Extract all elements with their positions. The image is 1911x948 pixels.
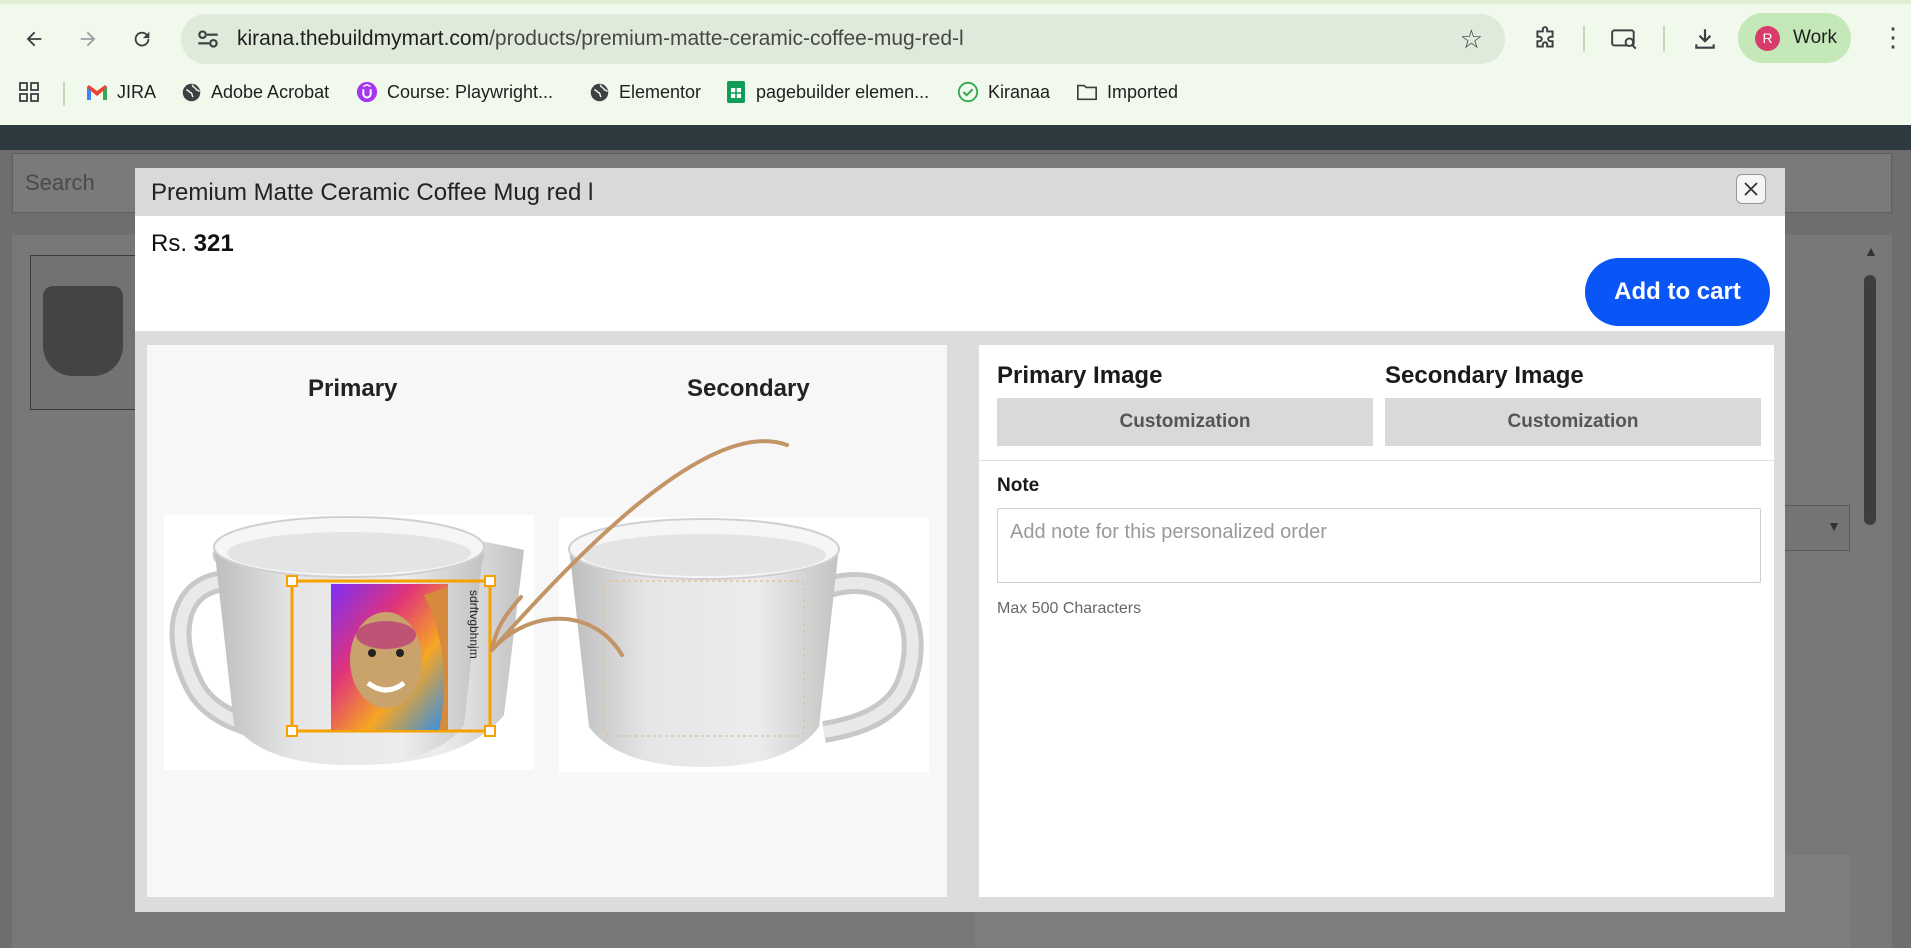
price-prefix: Rs. (151, 230, 187, 257)
bookmark-imported[interactable]: Imported (1076, 81, 1178, 103)
check-icon (957, 81, 979, 103)
site-search-placeholder: Search (25, 170, 95, 195)
apps-button[interactable] (18, 81, 40, 103)
modal-header: Premium Matte Ceramic Coffee Mug red l (135, 168, 1785, 216)
forward-arrow-icon (80, 31, 96, 47)
site-header (0, 125, 1911, 150)
url-path: /products/premium-matte-ceramic-coffee-m… (489, 27, 964, 50)
modal-title: Premium Matte Ceramic Coffee Mug red l (151, 179, 594, 206)
bookmark-label: Course: Playwright... (387, 81, 554, 102)
variant-select: ▼ (1780, 505, 1850, 551)
reload-icon (134, 31, 150, 47)
udemy-icon (356, 81, 378, 103)
puzzle-icon (1536, 26, 1554, 48)
profile-name: Work (1793, 27, 1837, 48)
address-bar[interactable]: kirana.thebuildmymart.com/products/premi… (181, 14, 1505, 64)
customization-modal: Premium Matte Ceramic Coffee Mug red l R… (135, 168, 1785, 912)
bookmark-course-playwright[interactable]: Course: Playwright... (356, 81, 553, 103)
secondary-customization-button[interactable]: Customization (1385, 398, 1761, 446)
secondary-image-heading: Secondary Image (1385, 362, 1584, 389)
back-arrow-icon (26, 31, 42, 47)
add-to-cart-button[interactable]: Add to cart (1585, 258, 1770, 326)
gmail-icon (86, 81, 108, 103)
screen-search-icon (1611, 29, 1637, 50)
apps-grid-icon (19, 82, 39, 102)
bookmark-label: Elementor (619, 81, 702, 102)
folder-icon (1076, 81, 1098, 103)
browser-menu-icon[interactable]: ⋮ (1880, 22, 1906, 53)
product-thumbnail (30, 255, 140, 410)
primary-customization-button[interactable]: Customization (997, 398, 1373, 446)
customizer-area: Primary Secondary sdrftvgbhnjm Primary I… (135, 331, 1785, 912)
downloads-button[interactable] (1688, 22, 1722, 56)
product-price: Rs. 321 (151, 230, 234, 258)
bookmark-pagebuilder[interactable]: pagebuilder elemen... (725, 81, 929, 103)
site-settings-icon[interactable] (195, 26, 221, 52)
bookmark-label: Imported (1107, 81, 1179, 102)
mug-preview-panel: Primary Secondary sdrftvgbhnjm (147, 345, 947, 897)
url-host: kirana.thebuildmymart.com (237, 27, 490, 50)
reload-button[interactable] (125, 22, 159, 56)
browser-chrome: kirana.thebuildmymart.com/products/premi… (0, 0, 1911, 125)
profile-avatar: R (1755, 26, 1780, 51)
extensions-button[interactable] (1528, 22, 1562, 56)
back-button[interactable] (17, 22, 51, 56)
bookmarks-bar: JIRA Adobe Acrobat Course: Playwright...… (0, 76, 1911, 112)
bookmarks-separator (63, 82, 65, 106)
profile-button[interactable]: R Work (1738, 13, 1851, 63)
note-textarea[interactable] (997, 508, 1761, 583)
download-icon (1695, 29, 1715, 49)
bookmark-label: JIRA (117, 81, 157, 102)
bookmark-kiranaa[interactable]: Kiranaa (957, 81, 1050, 103)
bookmark-label: Kiranaa (988, 81, 1051, 102)
forward-button[interactable] (71, 22, 105, 56)
price-value: 321 (193, 230, 234, 257)
customization-form: Primary Image Secondary Image Customizat… (979, 345, 1774, 897)
max-characters-hint: Max 500 Characters (997, 600, 1142, 617)
primary-image-heading: Primary Image (997, 362, 1163, 389)
bookmark-adobe-acrobat[interactable]: Adobe Acrobat (180, 81, 329, 103)
bookmark-star-icon[interactable]: ☆ (1460, 24, 1483, 55)
tab-search-button[interactable] (1607, 22, 1641, 56)
bookmark-elementor[interactable]: Elementor (588, 81, 701, 103)
scroll-up-icon: ▲ (1864, 243, 1878, 259)
thumbnail-mug (43, 286, 123, 376)
close-icon (1744, 182, 1758, 196)
bookmark-label: Adobe Acrobat (211, 81, 330, 102)
chevron-down-icon: ▼ (1827, 518, 1841, 534)
toolbar-separator (1583, 26, 1585, 52)
tabstrip-edge (0, 0, 1911, 4)
toolbar-separator (1663, 26, 1665, 52)
url-text[interactable]: kirana.thebuildmymart.com/products/premi… (237, 27, 964, 51)
close-button[interactable] (1736, 174, 1766, 204)
note-label: Note (997, 475, 1040, 496)
annotation-arrow-icon (490, 439, 789, 657)
form-divider (979, 460, 1774, 461)
page-scrollbar (1864, 275, 1876, 525)
sheets-icon (725, 81, 747, 103)
bookmark-jira[interactable]: JIRA (86, 81, 156, 103)
bookmark-label: pagebuilder elemen... (756, 81, 930, 102)
globe-icon (180, 81, 202, 103)
globe-icon (588, 81, 610, 103)
